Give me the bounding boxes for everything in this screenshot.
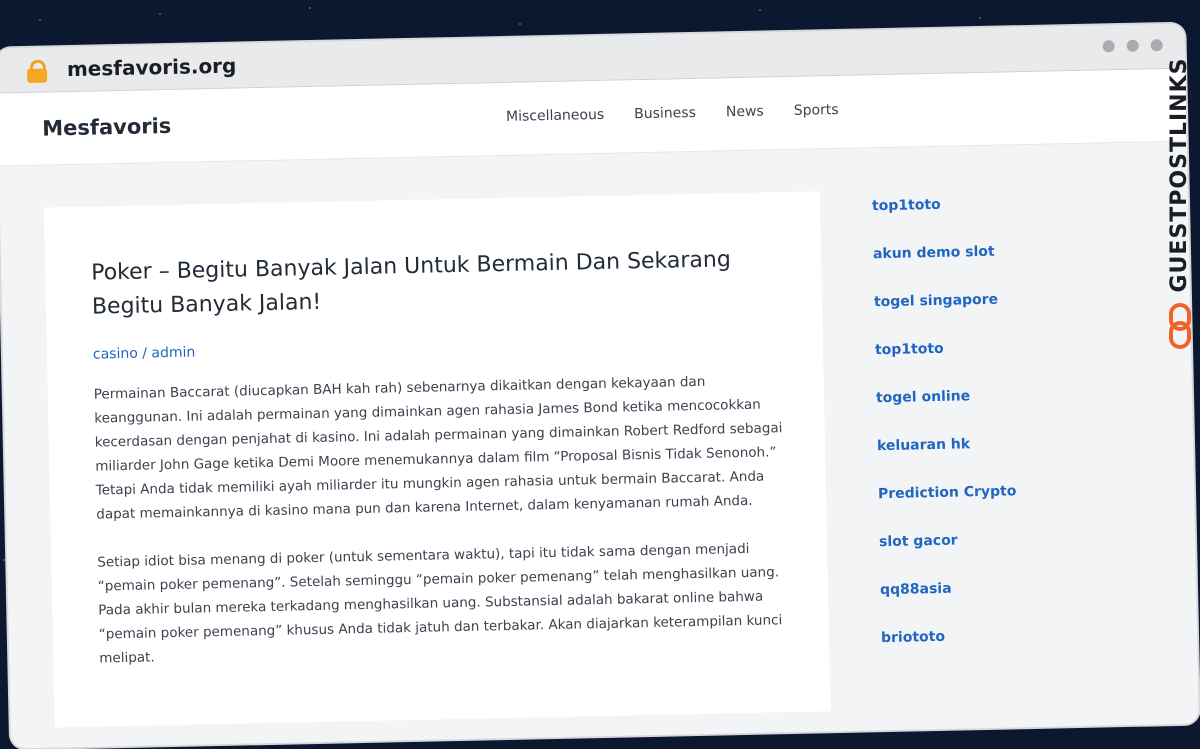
window-dot-icon[interactable]: [1102, 40, 1115, 53]
sidebar-link[interactable]: top1toto: [875, 338, 1076, 390]
badge-brand-text: GUESTPOSTLINKS: [1167, 57, 1192, 293]
window-controls: [1102, 39, 1163, 53]
sidebar-link[interactable]: qq88asia: [880, 578, 1081, 630]
sidebar-link[interactable]: Prediction Crypto: [878, 482, 1079, 534]
chain-link-icon: [1169, 303, 1191, 349]
sidebar-link[interactable]: akun demo slot: [873, 242, 1074, 294]
post-meta: casino / admin: [93, 344, 196, 362]
site-title[interactable]: Mesfavoris: [42, 114, 172, 141]
nav-item-miscellaneous[interactable]: Miscellaneous: [506, 107, 604, 125]
post-paragraph: Permainan Baccarat (diucapkan BAH kah ra…: [93, 373, 783, 523]
post-article: Poker – Begitu Banyak Jalan Untuk Bermai…: [43, 191, 831, 728]
url-text[interactable]: mesfavoris.org: [67, 54, 237, 82]
window-dot-icon[interactable]: [1126, 39, 1139, 52]
guestpostlinks-badge: GUESTPOSTLINKS: [1162, 54, 1198, 354]
post-body: Permainan Baccarat (diucapkan BAH kah ra…: [94, 368, 790, 694]
browser-window: mesfavoris.org Mesfavoris Miscellaneous …: [0, 23, 1199, 749]
sidebar-link[interactable]: briototo: [881, 626, 1082, 678]
post-paragraph: Setiap idiot bisa menang di poker (untuk…: [97, 540, 783, 667]
browser-mockup: mesfavoris.org Mesfavoris Miscellaneous …: [0, 0, 1200, 749]
post-title: Poker – Begitu Banyak Jalan Untuk Bermai…: [90, 247, 732, 320]
window-dot-icon[interactable]: [1150, 39, 1163, 52]
sidebar-link[interactable]: togel singapore: [874, 290, 1075, 342]
sidebar-links: top1toto akun demo slot togel singapore …: [872, 194, 1082, 678]
sidebar-link[interactable]: togel online: [876, 386, 1077, 438]
meta-separator: /: [142, 345, 148, 362]
main-nav: Miscellaneous Business News Sports: [506, 102, 839, 125]
sidebar-link[interactable]: slot gacor: [879, 530, 1080, 582]
post-author-link[interactable]: admin: [151, 344, 195, 361]
sidebar-link[interactable]: top1toto: [872, 194, 1073, 246]
nav-item-news[interactable]: News: [726, 104, 764, 121]
nav-item-sports[interactable]: Sports: [794, 102, 839, 119]
content-area: Poker – Begitu Banyak Jalan Untuk Bermai…: [0, 141, 1199, 749]
nav-item-business[interactable]: Business: [634, 105, 696, 122]
post-category-link[interactable]: casino: [93, 346, 138, 363]
sidebar-link[interactable]: keluaran hk: [877, 434, 1078, 486]
lock-icon: [26, 59, 48, 83]
